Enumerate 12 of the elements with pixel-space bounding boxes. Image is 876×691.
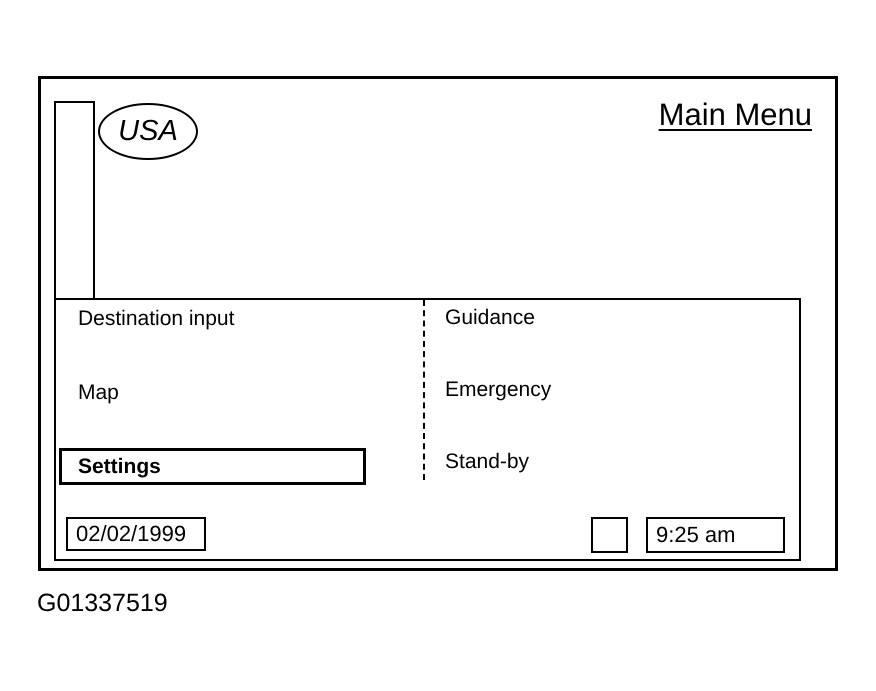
menu-title: Main Menu bbox=[658, 97, 812, 133]
indicator-square-icon bbox=[591, 517, 628, 553]
menu-item[interactable]: Settings bbox=[59, 448, 366, 485]
menu-item[interactable]: Map bbox=[59, 374, 366, 411]
menu-item[interactable]: Destination input bbox=[59, 300, 366, 337]
menu-item[interactable]: Stand-by bbox=[445, 444, 536, 480]
menu-item[interactable]: Guidance bbox=[445, 300, 542, 336]
date-display: 02/02/1999 bbox=[66, 517, 206, 551]
time-display: 9:25 am bbox=[646, 517, 785, 553]
figure-code: G01337519 bbox=[37, 589, 168, 618]
menu-item[interactable]: Emergency bbox=[445, 372, 558, 408]
region-badge: USA bbox=[98, 103, 198, 160]
